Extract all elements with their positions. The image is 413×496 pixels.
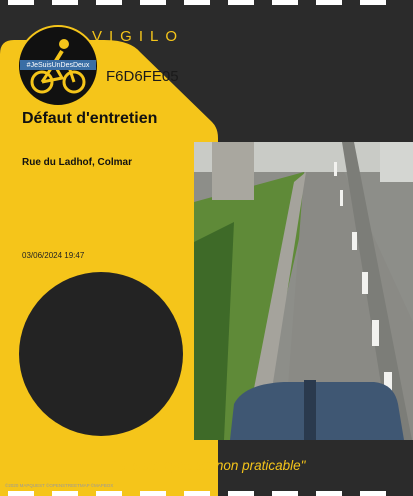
report-card: VIGILO #JeSuisUnDesDeux F6D6FE05 Défaut …	[0, 0, 413, 496]
bottom-dash-border	[0, 491, 413, 496]
map-credit: ©2020 MAPQUEST ©OPENSTREETMAP ©MAPBOX	[5, 483, 114, 488]
report-comment: "La piste cyclable non praticable"	[107, 458, 306, 473]
report-type: Défaut d'entretien	[22, 110, 158, 127]
brand-title: VIGILO	[92, 28, 185, 45]
map-circle	[19, 272, 183, 436]
report-address: Rue du Ladhof, Colmar	[22, 157, 132, 168]
report-datetime: 03/06/2024 19:47	[22, 251, 85, 260]
report-photo	[194, 142, 413, 440]
report-reference: F6D6FE05	[106, 68, 179, 85]
logo-hashtag: #JeSuisUnDesDeux	[26, 62, 90, 69]
